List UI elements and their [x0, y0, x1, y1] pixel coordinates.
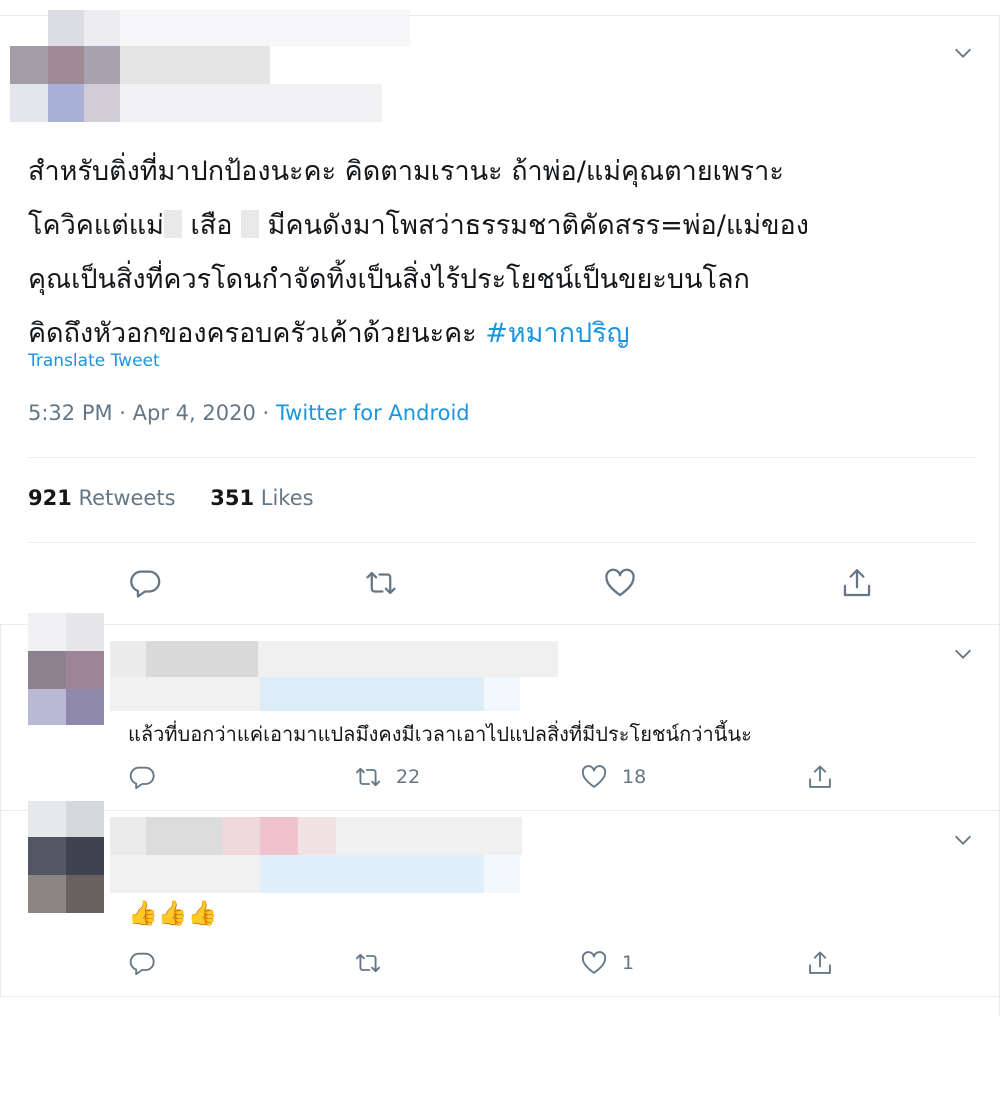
- reply-text: แล้วที่บอกว่าแค่เอามาแปลมึงคงมีเวลาเอาไป…: [128, 722, 752, 746]
- redaction-block: [163, 210, 182, 238]
- chevron-down-icon: [955, 48, 971, 58]
- retweet-count: 22: [396, 766, 421, 788]
- reply-icon: [129, 766, 155, 790]
- likes-stat[interactable]: 351 Likes: [210, 486, 313, 510]
- redaction-block: [241, 210, 260, 238]
- retweet-icon: [355, 767, 381, 787]
- main-tweet: สำหรับติ่งที่มาปกป้องนะคะ คิดตามเรานะ ถ้…: [0, 0, 1000, 625]
- like-button[interactable]: [603, 566, 637, 600]
- share-button[interactable]: [806, 949, 834, 977]
- tweet-line: โควิคแต่แม่ เสือ มีคนดังมาโพสว่าธรรมชาติ…: [28, 210, 809, 241]
- retweet-icon: [366, 571, 396, 595]
- blurred-username: [110, 641, 560, 711]
- reply-button[interactable]: [128, 763, 156, 791]
- like-button[interactable]: 1: [580, 949, 634, 977]
- share-button[interactable]: [806, 763, 834, 791]
- chevron-down-icon: [955, 835, 971, 845]
- share-icon: [809, 951, 831, 974]
- like-count: 18: [622, 766, 647, 788]
- heart-icon: [605, 568, 635, 597]
- tweet-meta: 5:32 PM · Apr 4, 2020 · Twitter for Andr…: [28, 401, 470, 425]
- tweet-line: สำหรับติ่งที่มาปกป้องนะคะ คิดตามเรานะ ถ้…: [28, 156, 784, 187]
- tweet-source-link[interactable]: Twitter for Android: [276, 401, 470, 425]
- retweet-button[interactable]: [354, 949, 396, 977]
- tweet-stats: 921 Retweets 351 Likes: [28, 486, 342, 510]
- tweet-menu-button[interactable]: [950, 40, 976, 66]
- retweet-button[interactable]: [364, 566, 398, 600]
- divider: [28, 542, 976, 543]
- share-icon: [809, 765, 831, 788]
- reply-button[interactable]: [128, 949, 156, 977]
- tweet-line: คุณเป็นสิ่งที่ควรโดนกำจัดทิ้งเป็นสิ่งไร้…: [28, 264, 750, 295]
- heart-icon: [581, 765, 607, 788]
- reply-icon: [129, 952, 155, 976]
- retweets-stat[interactable]: 921 Retweets: [28, 486, 176, 510]
- divider: [28, 457, 976, 458]
- chevron-down-icon: [955, 649, 971, 659]
- heart-icon: [581, 951, 607, 974]
- like-button[interactable]: 18: [580, 763, 646, 791]
- reply-avatar: [28, 613, 104, 725]
- reply-tweet[interactable]: 👍👍👍 1: [0, 801, 1000, 997]
- reply-avatar: [28, 801, 104, 913]
- like-count: 1: [622, 952, 635, 974]
- reply-menu-button[interactable]: [950, 641, 976, 667]
- tweet-line: คิดถึงหัวอกของครอบครัวเค้าด้วยนะคะ #หมาก…: [28, 318, 630, 349]
- reply-button[interactable]: [128, 566, 162, 600]
- reply-menu-button[interactable]: [950, 827, 976, 853]
- reply-icon: [130, 570, 161, 598]
- retweet-icon: [355, 953, 381, 973]
- share-button[interactable]: [840, 566, 874, 600]
- reply-text: 👍👍👍: [128, 899, 218, 927]
- hashtag-link[interactable]: #หมากปริญ: [485, 318, 629, 349]
- blurred-username: [110, 817, 540, 893]
- reply-tweet[interactable]: แล้วที่บอกว่าแค่เอามาแปลมึงคงมีเวลาเอาไป…: [0, 613, 1000, 811]
- blurred-username: [10, 10, 410, 122]
- tweet-text: สำหรับติ่งที่มาปกป้องนะคะ คิดตามเรานะ ถ้…: [28, 145, 968, 361]
- retweet-button[interactable]: 22: [354, 763, 420, 791]
- translate-tweet-link[interactable]: Translate Tweet: [28, 351, 160, 371]
- tweet-timestamp[interactable]: 5:32 PM · Apr 4, 2020 ·: [28, 401, 276, 425]
- share-icon: [843, 569, 871, 597]
